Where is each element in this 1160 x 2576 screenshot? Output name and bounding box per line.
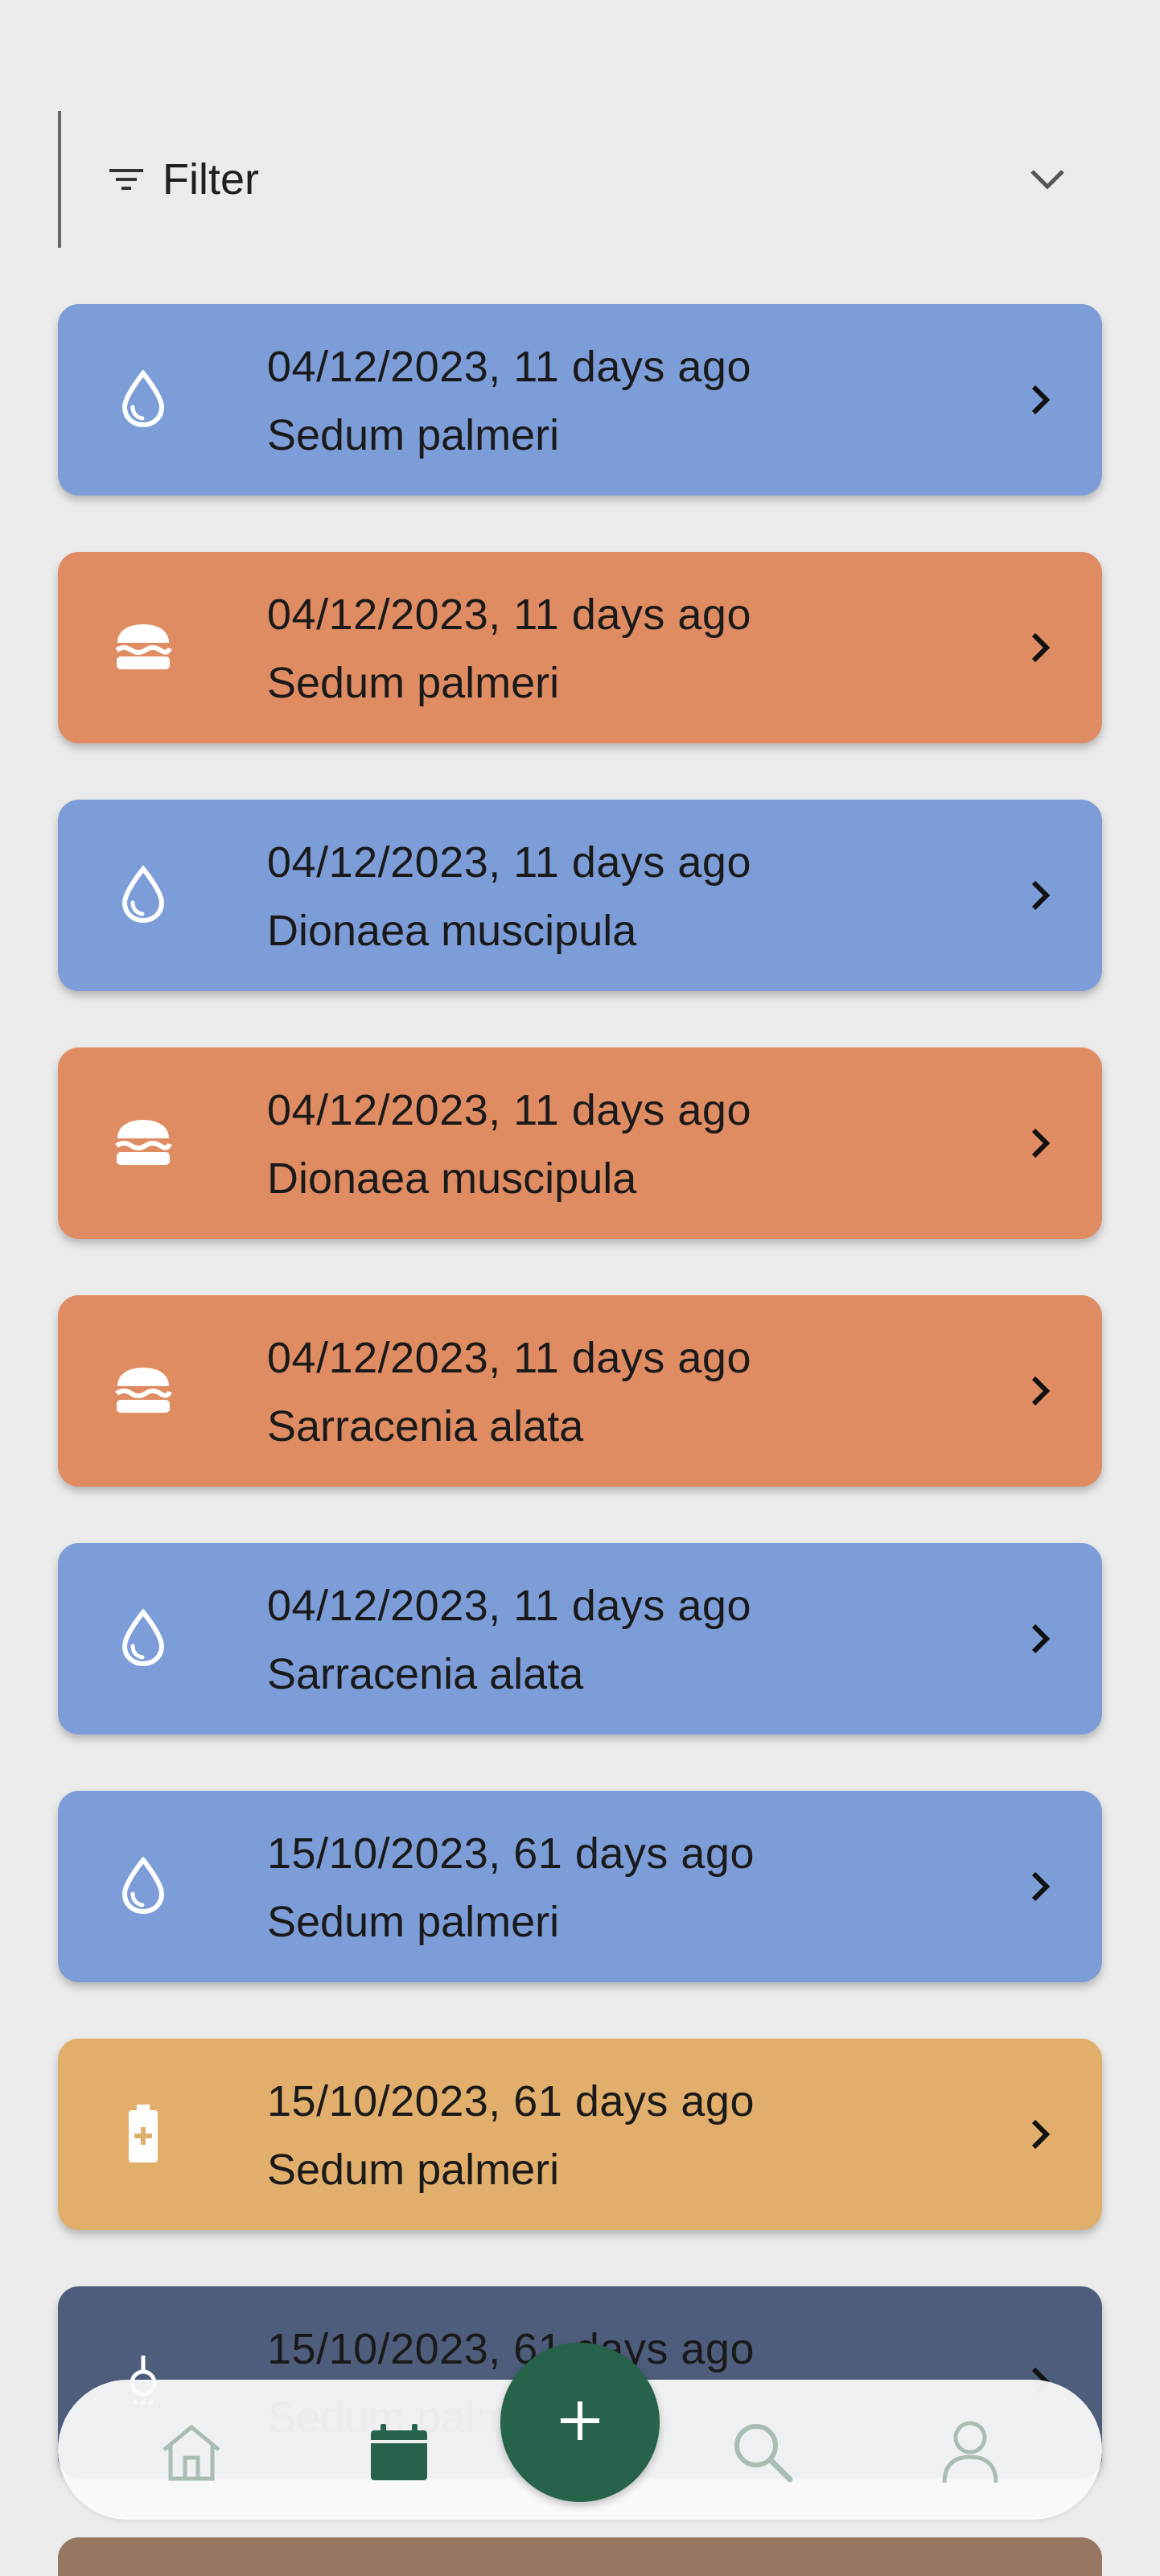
log-item-feed[interactable]: 04/12/2023, 11 days ago Dionaea muscipula bbox=[58, 1047, 1102, 1239]
log-plant-name: Dionaea muscipula bbox=[267, 1154, 637, 1203]
log-plant-name: Sedum palmeri bbox=[267, 659, 560, 707]
log-item-feed[interactable]: 04/12/2023, 11 days ago Sedum palmeri bbox=[58, 552, 1102, 743]
search-icon[interactable] bbox=[729, 2418, 796, 2486]
chevron-right-icon bbox=[1025, 1866, 1057, 1907]
log-item-text: 04/12/2023, 11 days ago Dionaea muscipula bbox=[267, 835, 751, 961]
chevron-right-icon bbox=[1025, 1123, 1057, 1163]
log-date: 04/12/2023, 11 days ago bbox=[267, 343, 751, 391]
log-item-text: 04/12/2023, 11 days ago Sedum palmeri bbox=[267, 339, 751, 465]
calendar-icon[interactable] bbox=[365, 2418, 433, 2486]
log-item-text: 15/10/2023, 61 days ago Sedum palmeri bbox=[267, 2074, 755, 2199]
log-date: 04/12/2023, 11 days ago bbox=[267, 1334, 751, 1382]
water-drop-icon bbox=[111, 1854, 175, 1918]
log-date: 15/10/2023, 61 days ago bbox=[267, 1829, 755, 1878]
burger-icon bbox=[111, 1358, 175, 1422]
log-plant-name: Sarracenia alata bbox=[267, 1650, 584, 1698]
log-item-water[interactable]: 15/10/2023, 61 days ago Sedum palmeri bbox=[58, 1791, 1102, 1982]
filter-label: Filter bbox=[162, 155, 259, 204]
burger-icon bbox=[111, 615, 175, 679]
chevron-right-icon bbox=[1025, 1371, 1057, 1411]
log-item-text: 04/12/2023, 11 days ago Sedum palmeri bbox=[267, 587, 751, 713]
chevron-right-icon bbox=[1025, 1619, 1057, 1659]
log-plant-name: Sedum palmeri bbox=[267, 2146, 560, 2194]
list-item-partial bbox=[58, 2537, 1102, 2576]
log-item-water[interactable]: 04/12/2023, 11 days ago Sedum palmeri bbox=[58, 304, 1102, 496]
chevron-right-icon bbox=[1025, 2114, 1057, 2154]
water-drop-icon bbox=[111, 367, 175, 431]
plus-icon bbox=[557, 2398, 603, 2447]
log-date: 15/10/2023, 61 days ago bbox=[267, 2077, 755, 2125]
log-item-water[interactable]: 04/12/2023, 11 days ago Dionaea muscipula bbox=[58, 800, 1102, 991]
home-icon[interactable] bbox=[158, 2418, 225, 2486]
log-item-text: 04/12/2023, 11 days ago Dionaea muscipula bbox=[267, 1083, 751, 1208]
log-date: 04/12/2023, 11 days ago bbox=[267, 591, 751, 639]
app-screen: Filter 04/12/2023, 11 days ago Sedum palm… bbox=[0, 0, 1160, 2576]
add-log-button[interactable] bbox=[500, 2343, 660, 2502]
log-item-text: 15/10/2023, 61 days ago Sedum palmeri bbox=[267, 1826, 755, 1952]
log-plant-name: Sarracenia alata bbox=[267, 1402, 584, 1451]
water-drop-icon bbox=[111, 862, 175, 927]
profile-icon[interactable] bbox=[936, 2418, 1004, 2486]
chevron-right-icon bbox=[1025, 380, 1057, 420]
log-date: 15/10/2023, 61 days ago bbox=[267, 2325, 755, 2373]
log-list: 04/12/2023, 11 days ago Sedum palmeri 04/1… bbox=[58, 304, 1102, 2534]
log-date: 04/12/2023, 11 days ago bbox=[267, 1582, 751, 1630]
battery-plus-icon bbox=[111, 2101, 175, 2166]
log-plant-name: Sedum palmeri bbox=[267, 411, 560, 459]
chevron-right-icon bbox=[1025, 875, 1057, 916]
log-date: 04/12/2023, 11 days ago bbox=[267, 838, 751, 887]
chevron-right-icon bbox=[1025, 628, 1057, 668]
log-plant-name: Sedum palmeri bbox=[267, 1898, 560, 1946]
log-date: 04/12/2023, 11 days ago bbox=[267, 1086, 751, 1134]
log-item-text: 04/12/2023, 11 days ago Sarracenia alata bbox=[267, 1331, 751, 1456]
log-plant-name: Dionaea muscipula bbox=[267, 907, 637, 955]
filter-dropdown[interactable]: Filter bbox=[58, 111, 1100, 248]
log-item-feed[interactable]: 04/12/2023, 11 days ago Sarracenia alata bbox=[58, 1295, 1102, 1487]
filter-lines-icon bbox=[109, 167, 143, 191]
log-item-water[interactable]: 04/12/2023, 11 days ago Sarracenia alata bbox=[58, 1543, 1102, 1734]
log-item-text: 04/12/2023, 11 days ago Sarracenia alata bbox=[267, 1578, 751, 1704]
chevron-down-icon[interactable] bbox=[1022, 158, 1073, 201]
burger-icon bbox=[111, 1110, 175, 1175]
water-drop-icon bbox=[111, 1606, 175, 1670]
log-item-fertilize[interactable]: 15/10/2023, 61 days ago Sedum palmeri bbox=[58, 2039, 1102, 2230]
